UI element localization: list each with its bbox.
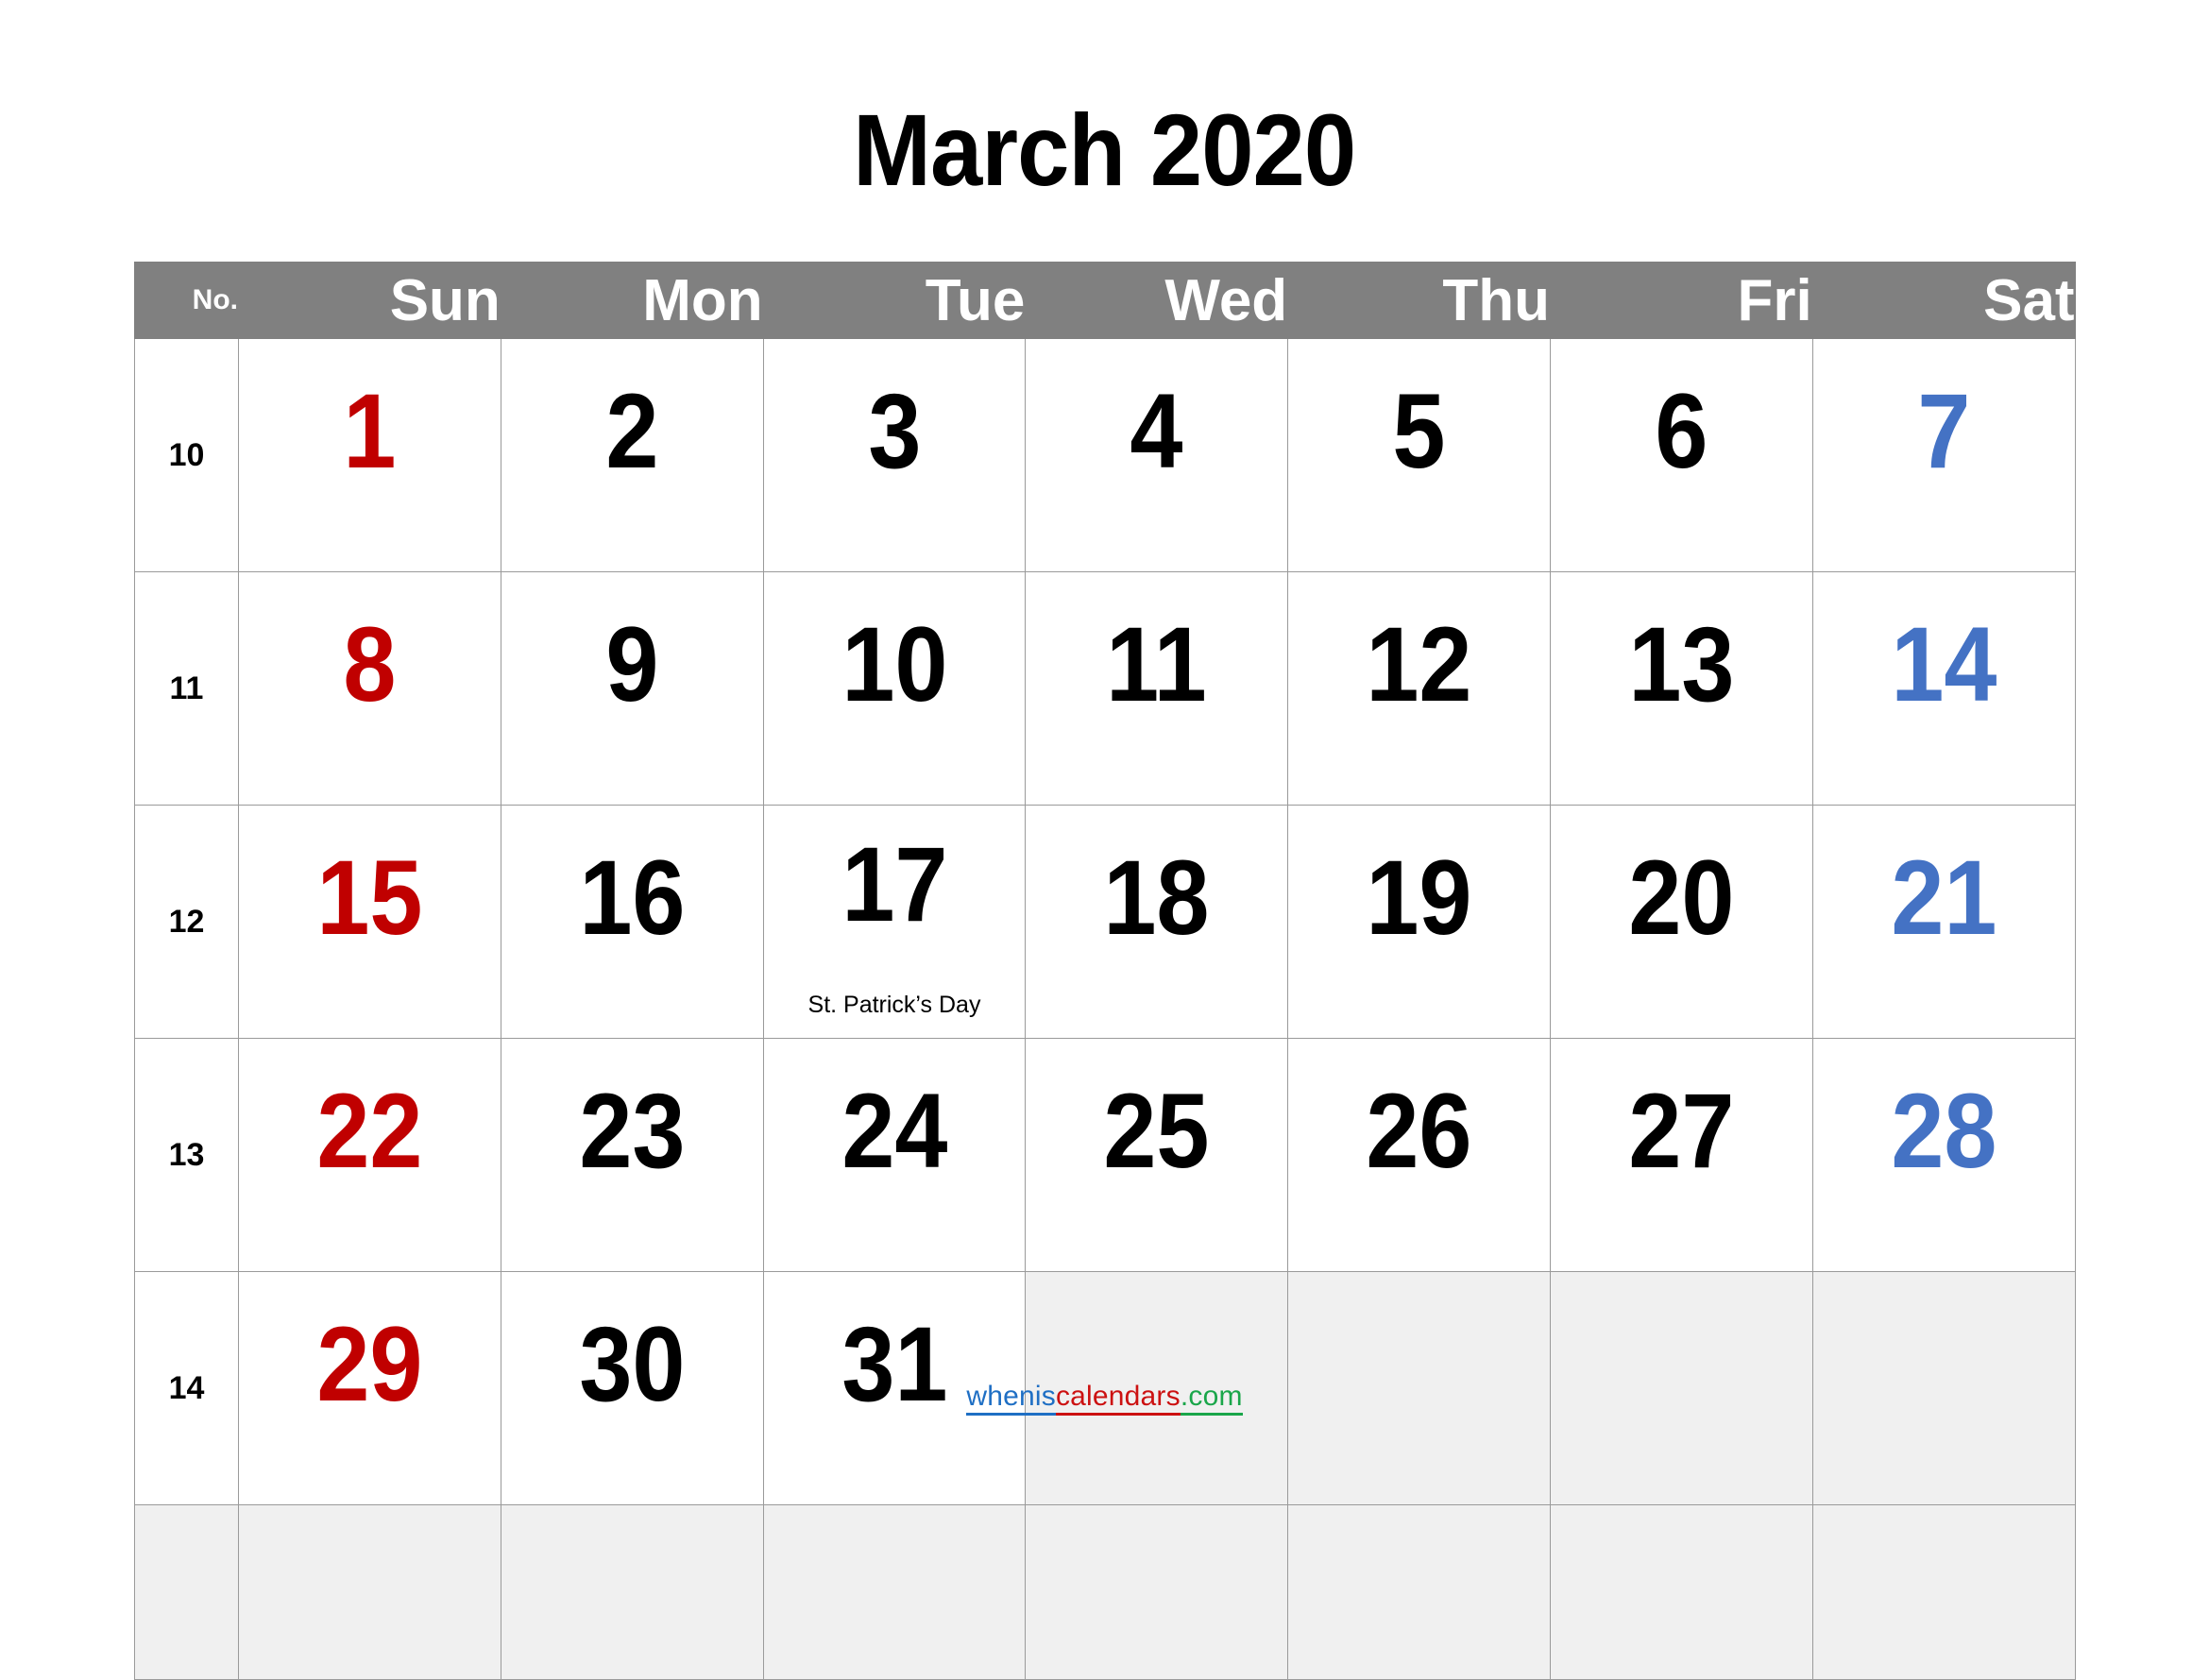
calendar-day-cell-sat[interactable]: 7 [1811, 338, 2076, 572]
footer: wheniscalendars.com [0, 1381, 2209, 1416]
week-number-cell: 12 [134, 805, 239, 1039]
weekday-header-tue: Tue [762, 262, 1027, 339]
day-number: 27 [1628, 1072, 1735, 1190]
calendar-day-cell-thu[interactable]: 19 [1287, 805, 1551, 1039]
holiday-label: St. Patrick’s Day [807, 992, 981, 1018]
calendar-day-cell-fri[interactable]: 27 [1549, 1038, 1813, 1272]
calendar-day-cell-tue[interactable]: 24 [762, 1038, 1027, 1272]
calendar-day-cell-fri[interactable]: 20 [1549, 805, 1813, 1039]
weekday-header-fri: Fri [1549, 262, 1813, 339]
day-number: 9 [605, 605, 659, 723]
brand-part-3: .com [1180, 1381, 1243, 1416]
page-title-container: March 2020 [134, 99, 2075, 201]
calendar-day-cell-empty [1549, 1504, 1813, 1680]
day-number: 5 [1392, 372, 1446, 490]
calendar-day-cell-mon[interactable]: 2 [500, 338, 764, 572]
calendar-day-cell-fri[interactable]: 13 [1549, 571, 1813, 806]
week-number-cell: 10 [134, 338, 239, 572]
calendar-day-cell-empty [500, 1504, 764, 1680]
calendar-week-row: 12 15 16 17 St. Patrick’s Day 18 19 20 21 [134, 805, 2076, 1039]
day-number: 23 [579, 1072, 686, 1190]
day-number: 20 [1628, 839, 1735, 957]
weekday-header-mon: Mon [500, 262, 764, 339]
day-number: 21 [1891, 839, 1997, 957]
calendar-day-cell-wed[interactable]: 25 [1025, 1038, 1289, 1272]
calendar-day-cell-sun[interactable]: 1 [238, 338, 501, 572]
day-number: 17 [841, 825, 948, 943]
calendar-day-cell-mon[interactable]: 9 [500, 571, 764, 806]
day-number: 16 [579, 839, 686, 957]
calendar-day-cell-sun[interactable]: 22 [238, 1038, 501, 1272]
calendar-day-cell-sun[interactable]: 15 [238, 805, 501, 1039]
calendar-day-cell-tue[interactable]: 10 [762, 571, 1027, 806]
week-number-header: No. [134, 262, 239, 339]
calendar-day-cell-tue[interactable]: 3 [762, 338, 1027, 572]
brand-part-1: whenis [966, 1381, 1056, 1416]
calendar-day-cell-sat[interactable]: 28 [1811, 1038, 2076, 1272]
day-number: 26 [1366, 1072, 1472, 1190]
brand-part-2: calendars [1055, 1381, 1181, 1416]
calendar-week-row: 11 8 9 10 11 12 13 14 [134, 571, 2076, 806]
week-number-cell: 13 [134, 1038, 239, 1272]
day-number: 6 [1655, 372, 1708, 490]
weekday-header-sat: Sat [1811, 262, 2076, 339]
calendar-day-cell-empty [1025, 1504, 1289, 1680]
brand-link[interactable]: wheniscalendars.com [966, 1381, 1243, 1416]
calendar-day-cell-thu[interactable]: 5 [1287, 338, 1551, 572]
calendar-table: No. Sun Mon Tue Wed Thu Fri Sat 10 1 2 3 4 5 6… [134, 262, 2076, 1680]
day-number: 8 [343, 605, 397, 723]
weekday-header-thu: Thu [1287, 262, 1551, 339]
calendar-day-cell-wed[interactable]: 18 [1025, 805, 1289, 1039]
calendar-day-cell-empty [1811, 1504, 2076, 1680]
weekday-header-wed: Wed [1025, 262, 1289, 339]
day-number: 2 [605, 372, 659, 490]
calendar-day-cell-empty [1287, 1504, 1551, 1680]
day-number: 25 [1103, 1072, 1210, 1190]
day-number: 22 [316, 1072, 423, 1190]
calendar-week-row: 10 1 2 3 4 5 6 7 [134, 338, 2076, 572]
day-number: 15 [316, 839, 423, 957]
day-number: 1 [343, 372, 397, 490]
calendar-page: March 2020 No. Sun Mon Tue Wed Thu Fri S… [0, 0, 2209, 1680]
calendar-day-cell-mon[interactable]: 23 [500, 1038, 764, 1272]
calendar-week-row: 13 22 23 24 25 26 27 28 [134, 1038, 2076, 1272]
day-number: 14 [1891, 605, 1997, 723]
calendar-day-cell-wed[interactable]: 4 [1025, 338, 1289, 572]
day-number: 24 [841, 1072, 948, 1190]
day-number: 19 [1366, 839, 1472, 957]
calendar-day-cell-wed[interactable]: 11 [1025, 571, 1289, 806]
day-number: 3 [867, 372, 922, 490]
calendar-day-cell-mon[interactable]: 16 [500, 805, 764, 1039]
page-title: March 2020 [853, 93, 1356, 207]
weekday-header-sun: Sun [238, 262, 501, 339]
calendar-header-row: No. Sun Mon Tue Wed Thu Fri Sat [134, 262, 2076, 339]
calendar-body: 10 1 2 3 4 5 6 7 11 8 9 10 11 12 13 14 12 15 16 17 St. Patri… [134, 338, 2076, 1680]
day-number: 11 [1106, 605, 1208, 723]
calendar-day-cell-thu[interactable]: 12 [1287, 571, 1551, 806]
calendar-day-cell-empty [238, 1504, 501, 1680]
calendar-day-cell-thu[interactable]: 26 [1287, 1038, 1551, 1272]
week-number-cell [134, 1504, 239, 1680]
day-number: 13 [1628, 605, 1735, 723]
day-number: 12 [1366, 605, 1472, 723]
day-number: 18 [1103, 839, 1210, 957]
calendar-week-row [134, 1504, 2076, 1680]
calendar-day-cell-sun[interactable]: 8 [238, 571, 501, 806]
calendar-day-cell-tue[interactable]: 17 St. Patrick’s Day [762, 805, 1027, 1039]
day-number: 28 [1891, 1072, 1997, 1190]
day-number: 10 [841, 605, 948, 723]
week-number-cell: 11 [134, 571, 239, 806]
calendar-day-cell-sat[interactable]: 21 [1811, 805, 2076, 1039]
calendar-day-cell-empty [762, 1504, 1027, 1680]
day-number: 7 [1917, 372, 1971, 490]
day-number: 4 [1130, 372, 1183, 490]
calendar-day-cell-fri[interactable]: 6 [1549, 338, 1813, 572]
calendar-day-cell-sat[interactable]: 14 [1811, 571, 2076, 806]
